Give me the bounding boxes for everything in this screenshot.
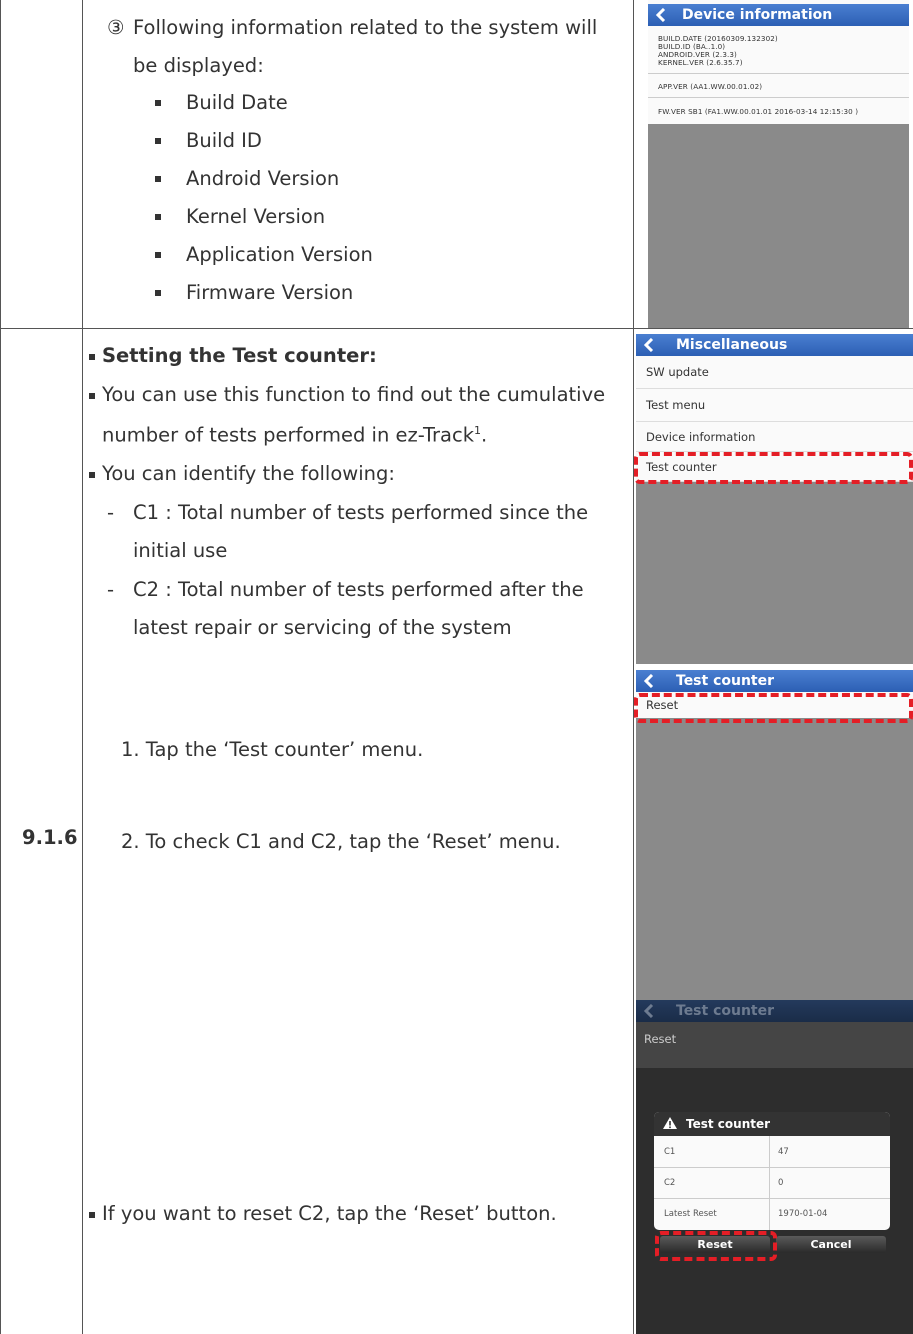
back-chevron-icon[interactable] — [648, 8, 674, 22]
test-counter-title: Test counter — [676, 673, 775, 689]
section-heading: Setting the Test counter: — [102, 344, 377, 367]
menu-item-sw-update[interactable]: SW update — [636, 356, 913, 389]
dialog-screen-title: Test counter — [676, 1003, 775, 1019]
list-bullet — [155, 138, 161, 144]
c1-line2: initial use — [133, 539, 228, 562]
list-item: Kernel Version — [186, 205, 326, 228]
table-col-divider — [82, 0, 83, 1334]
warning-icon — [662, 1116, 678, 1133]
c1-line1: C1 : Total number of tests performed sin… — [133, 501, 589, 524]
list-item: Build ID — [186, 129, 262, 152]
c2-line2: latest repair or servicing of the system — [133, 616, 512, 639]
dialog-screen-header: Test counter — [636, 1000, 913, 1022]
device-info-header: Device information — [648, 4, 909, 26]
latest-reset-label: Latest Reset — [664, 1209, 717, 1219]
step-2: 2. To check C1 and C2, tap the ‘Reset’ m… — [121, 830, 561, 853]
para1-line2-period: . — [481, 423, 488, 447]
divider — [648, 97, 909, 98]
divider — [648, 73, 909, 74]
table-left-border — [0, 0, 1, 1334]
list-item: Android Version — [186, 167, 340, 190]
footnote-ref: 1 — [474, 424, 482, 437]
highlight-test-counter — [634, 452, 913, 484]
c2-value: 0 — [778, 1178, 784, 1188]
app-version-line: APP.VER (AA1.WW.00.01.02) — [658, 82, 763, 91]
test-counter-header: Test counter — [636, 670, 913, 692]
para-bullet — [89, 472, 95, 478]
device-info-screen: Device information BUILD.DATE (20160309.… — [648, 0, 909, 328]
menu-item-device-information[interactable]: Device information — [636, 422, 913, 452]
dialog-row-divider — [654, 1198, 890, 1199]
para2: You can identify the following: — [102, 462, 395, 485]
dialog-screen: Test counter Reset Test counter C1 47 C2… — [636, 1000, 913, 1334]
misc-header: Miscellaneous — [636, 334, 913, 356]
c1-label: C1 — [664, 1147, 676, 1157]
c1-dash: - — [107, 501, 115, 524]
c2-line1: C2 : Total number of tests performed aft… — [133, 578, 584, 601]
list-bullet — [155, 176, 161, 182]
test-counter-dialog: Test counter C1 47 C2 0 Latest Reset 197… — [654, 1112, 890, 1230]
intro-marker: ③ — [107, 16, 125, 39]
para1-line2-text: number of tests performed in ez-Track — [102, 423, 475, 447]
dialog-row-divider — [654, 1167, 890, 1168]
dialog-col-divider — [769, 1136, 770, 1230]
section-number: 9.1.6 — [22, 826, 78, 849]
empty-screen-area — [636, 718, 913, 1000]
fw-version-line: FW.VER SB1 (FA1.WW.00.01.01 2016-03-14 1… — [658, 107, 859, 116]
misc-title: Miscellaneous — [676, 337, 788, 353]
reset-note: If you want to reset C2, tap the ‘Reset’… — [102, 1202, 557, 1225]
table-row-divider — [0, 328, 913, 329]
note-bullet — [89, 1212, 95, 1218]
back-chevron-icon[interactable] — [636, 1004, 662, 1018]
highlight-reset-menu — [634, 693, 913, 723]
dialog-title-bar: Test counter — [654, 1112, 890, 1136]
dimmed-reset-item: Reset — [644, 1032, 677, 1046]
list-bullet — [155, 252, 161, 258]
dialog-table: C1 47 C2 0 Latest Reset 1970-01-04 — [654, 1136, 890, 1230]
misc-screen: Miscellaneous SW update Test menu Device… — [636, 334, 913, 664]
empty-screen-area — [636, 482, 913, 664]
empty-screen-area — [648, 124, 909, 328]
list-item: Build Date — [186, 91, 288, 114]
intro-line-1: Following information related to the sys… — [133, 16, 598, 39]
heading-bullet — [89, 354, 95, 360]
para-bullet — [89, 393, 95, 399]
c2-dash: - — [107, 578, 115, 601]
highlight-reset-button — [655, 1231, 777, 1261]
device-info-title: Device information — [682, 7, 833, 23]
list-bullet — [155, 214, 161, 220]
cancel-button[interactable]: Cancel — [776, 1236, 886, 1253]
dimmed-menu-row: Reset — [636, 1022, 913, 1068]
c2-label: C2 — [664, 1178, 676, 1188]
latest-reset-value: 1970-01-04 — [778, 1209, 828, 1219]
list-item: Application Version — [186, 243, 373, 266]
build-info-line: KERNEL.VER (2.6.35.7) — [658, 58, 743, 67]
back-chevron-icon[interactable] — [636, 674, 662, 688]
list-item: Firmware Version — [186, 281, 354, 304]
c1-value: 47 — [778, 1147, 789, 1157]
step-1: 1. Tap the ‘Test counter’ menu. — [121, 738, 424, 761]
intro-line-2: be displayed: — [133, 54, 264, 77]
table-col-divider-2 — [633, 0, 634, 1334]
back-chevron-icon[interactable] — [636, 338, 662, 352]
para1-line1: You can use this function to find out th… — [102, 383, 606, 406]
dialog-title: Test counter — [686, 1117, 771, 1131]
menu-item-test-menu[interactable]: Test menu — [636, 389, 913, 422]
para1-line2: number of tests performed in ez-Track1. — [102, 425, 487, 445]
list-bullet — [155, 100, 161, 106]
list-bullet — [155, 290, 161, 296]
